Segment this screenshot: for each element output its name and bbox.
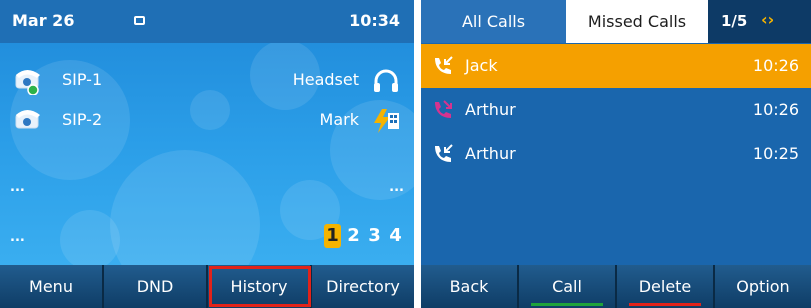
dnd-softkey[interactable]: DND <box>104 265 208 308</box>
history-screen: All Calls Missed Calls 1/5 ‹› Jack 10:26… <box>421 0 811 308</box>
tab-all-calls[interactable]: All Calls <box>421 0 566 43</box>
dsskey-label: Mark <box>319 110 359 129</box>
date-label: Mar 26 <box>12 11 75 30</box>
page-4[interactable]: 4 <box>387 224 404 248</box>
option-label: Option <box>736 277 790 296</box>
page-2[interactable]: 2 <box>345 224 362 248</box>
caller-name: Arthur <box>465 100 516 119</box>
status-bar: Mar 26 10:34 <box>0 0 414 43</box>
call-softkey[interactable]: Call <box>519 265 617 308</box>
delete-label: Delete <box>638 277 692 296</box>
back-label: Back <box>449 277 489 296</box>
line-label: SIP-2 <box>62 110 103 129</box>
blf-icon <box>374 109 399 133</box>
menu-softkey[interactable]: Menu <box>0 265 104 308</box>
call-label: Call <box>552 277 582 296</box>
call-time: 10:26 <box>752 100 799 119</box>
option-softkey[interactable]: Option <box>715 265 811 308</box>
page-counter: 1/5 <box>721 12 748 30</box>
headset-icon <box>374 69 398 92</box>
idle-screen: Mar 26 10:34 SIP-1 Headset SIP-2 Mark ..… <box>0 0 414 308</box>
call-log-row[interactable]: Jack 10:26 <box>421 44 811 88</box>
call-log-row[interactable]: Arthur 10:25 <box>421 132 811 176</box>
call-time: 10:25 <box>752 144 799 163</box>
call-indicator <box>531 303 603 306</box>
call-time: 10:26 <box>752 56 799 75</box>
history-tabs: All Calls Missed Calls 1/5 ‹› <box>421 0 811 43</box>
call-log-row[interactable]: Arthur 10:26 <box>421 88 811 132</box>
ellipsis-left: ... <box>10 180 25 195</box>
tab-missed-calls[interactable]: Missed Calls <box>566 0 708 43</box>
idle-softkey-bar: Menu DND History Directory <box>0 265 414 308</box>
ellipsis-left-2: ... <box>10 230 25 245</box>
delete-indicator <box>629 303 701 306</box>
line-key-sip-2[interactable]: SIP-2 Mark <box>0 102 414 142</box>
page-arrows-icon[interactable]: ‹› <box>761 10 774 29</box>
page-3[interactable]: 3 <box>366 224 383 248</box>
history-softkey[interactable]: History <box>208 265 312 308</box>
line-key-sip-1[interactable]: SIP-1 Headset <box>0 62 414 102</box>
dsskey-label: Headset <box>292 70 359 89</box>
history-softkey-bar: Back Call Delete Option <box>421 265 811 308</box>
phone-icon <box>15 70 40 95</box>
received-call-icon <box>435 144 453 162</box>
back-softkey[interactable]: Back <box>421 265 519 308</box>
directory-softkey[interactable]: Directory <box>312 265 414 308</box>
clock-label: 10:34 <box>349 11 400 30</box>
caller-name: Jack <box>465 56 498 75</box>
line-label: SIP-1 <box>62 70 103 89</box>
phone-icon <box>15 110 40 129</box>
page-1[interactable]: 1 <box>324 224 341 248</box>
page-indicator: 1 2 3 4 <box>324 224 404 248</box>
received-call-icon <box>435 56 453 74</box>
ellipsis-right: ... <box>389 180 404 195</box>
missed-call-icon <box>435 100 452 118</box>
caller-name: Arthur <box>465 144 516 163</box>
message-icon <box>134 16 145 25</box>
delete-softkey[interactable]: Delete <box>617 265 715 308</box>
